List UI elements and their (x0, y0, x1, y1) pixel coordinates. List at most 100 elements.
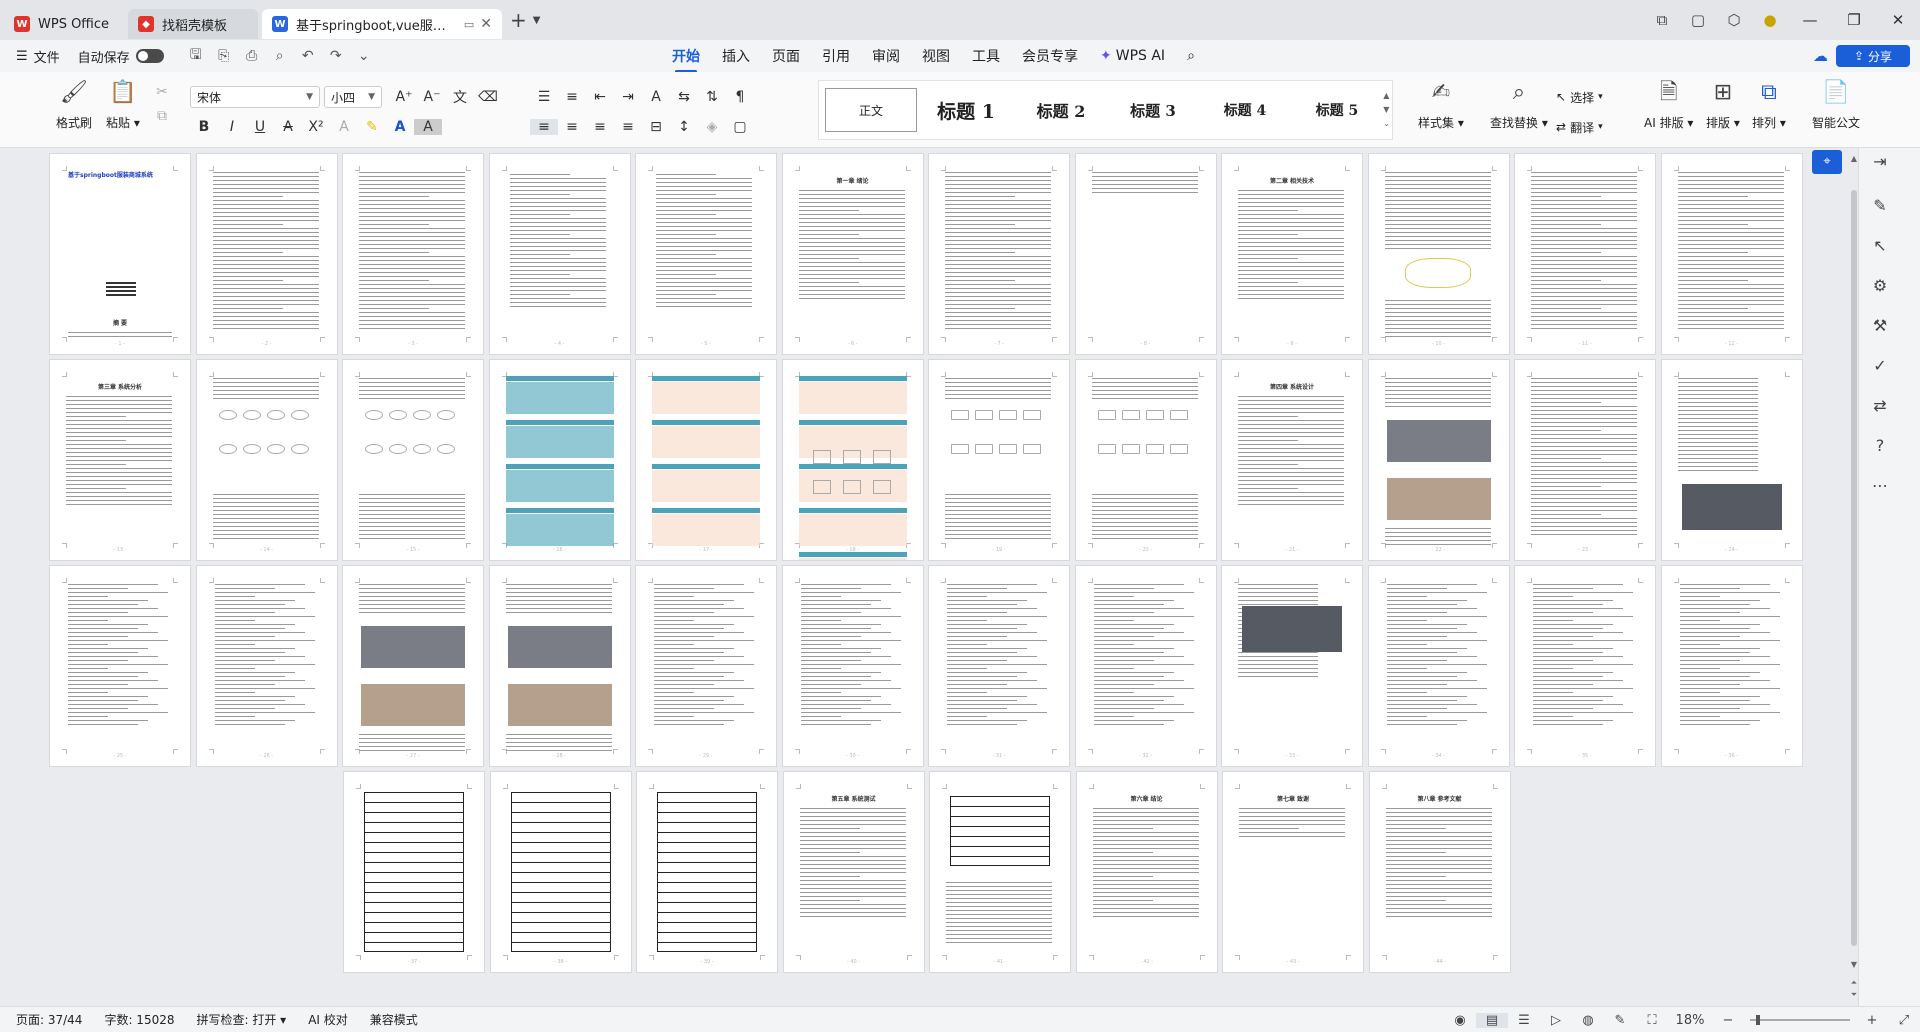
pen-mode-icon[interactable]: ✎ (1604, 1013, 1636, 1028)
text-direction-icon[interactable]: ⇆ (670, 89, 698, 105)
find-replace-button[interactable]: ⌕ 查找替换 ▾ (1490, 78, 1548, 131)
page-thumbnail[interactable]: 基于springboot服装商城系统摘 要 - 1 - (50, 154, 190, 354)
page-thumbnail[interactable]: - 20 - (1075, 360, 1216, 560)
style-heading-3[interactable]: 标题 3 (1107, 88, 1199, 132)
style-set-button[interactable]: ✍ 样式集 ▾ (1418, 78, 1464, 131)
zoom-value[interactable]: 18% (1668, 1013, 1712, 1028)
show-marks-icon[interactable]: ¶ (726, 89, 754, 105)
tools-icon[interactable]: ⚒ (1866, 316, 1894, 335)
ai-proofread[interactable]: AI 校对 (308, 1011, 348, 1028)
page-thumbnail[interactable]: - 18 - (782, 360, 923, 560)
border-icon[interactable]: ▢ (726, 119, 754, 135)
indent-icon[interactable]: ⇥ (614, 89, 642, 105)
page-thumbnail[interactable]: - 38 - (490, 772, 631, 972)
page-thumbnail[interactable]: - 25 - (50, 566, 190, 766)
web-view-icon[interactable]: ◍ (1572, 1013, 1604, 1028)
page-thumbnail[interactable]: - 10 - (1368, 154, 1509, 354)
ai-layout-button[interactable]: 🗎 AI 排版 ▾ (1644, 78, 1693, 131)
autosave-toggle[interactable]: 自动保存 (78, 47, 164, 66)
new-tab-icon[interactable]: + (510, 8, 527, 32)
more-icon[interactable]: ⋯ (1866, 476, 1894, 495)
superscript-icon[interactable]: X² (302, 119, 330, 135)
style-heading-1[interactable]: 标题 1 (917, 88, 1015, 132)
adjust-icon[interactable]: ⚙ (1866, 276, 1894, 295)
scrollbar-thumb[interactable] (1851, 190, 1857, 946)
page-thumbnail[interactable]: - 12 - (1661, 154, 1802, 354)
shrink-font-icon[interactable]: A⁻ (418, 89, 446, 105)
collapse-panel-icon[interactable]: ⇥ (1866, 152, 1894, 171)
page-thumbnail[interactable]: 第三章 系统分析 - 13 - (50, 360, 190, 560)
page-thumbnail[interactable]: - 3 - (343, 154, 483, 354)
save-icon[interactable]: 🖫 (182, 44, 210, 68)
page-thumbnail[interactable]: - 37 - (344, 772, 484, 972)
page-thumbnail[interactable]: 第六章 结论 - 42 - (1076, 772, 1217, 972)
text-effect-icon[interactable]: A (330, 119, 358, 135)
justify-icon[interactable]: ≡ (614, 119, 642, 135)
font-color-icon[interactable]: A (386, 119, 414, 135)
translate-button[interactable]: ⇄ 翻译 ▾ (1556, 116, 1603, 138)
outdent-icon[interactable]: ⇤ (586, 89, 614, 105)
play-icon[interactable]: ▷ (1540, 1013, 1572, 1028)
page-thumbnail[interactable]: - 14 - (196, 360, 337, 560)
bullet-list-icon[interactable]: ☰ (530, 89, 558, 105)
pen-icon[interactable]: ✎ (1866, 196, 1894, 215)
page-thumbnail[interactable]: - 32 - (1075, 566, 1216, 766)
style-normal[interactable]: 正文 (825, 88, 917, 132)
screenshot-icon[interactable]: ⧉ (1644, 11, 1680, 29)
toggle-switch[interactable] (135, 49, 164, 63)
help-icon[interactable]: ? (1866, 436, 1894, 455)
page-thumbnail[interactable]: - 8 - (1075, 154, 1216, 354)
document-canvas[interactable]: 基于springboot服装商城系统摘 要 - 1 - - 2 - - 3 - - 4 … (0, 148, 1898, 1006)
search-icon[interactable]: ⌕ (1187, 48, 1195, 64)
file-menu[interactable]: ☰ 文件 (16, 47, 60, 66)
page-thumbnail[interactable]: - 24 - (1661, 360, 1802, 560)
char-shading-icon[interactable]: A (414, 119, 442, 135)
share-button[interactable]: ⇪ 分享 (1836, 45, 1910, 67)
page-thumbnail[interactable]: - 23 - (1515, 360, 1655, 560)
page-thumbnail[interactable]: - 7 - (929, 154, 1069, 354)
page-thumbnail[interactable]: - 31 - (929, 566, 1069, 766)
underline-icon[interactable]: U (246, 119, 274, 135)
cut-icon[interactable]: ✂ (148, 84, 176, 100)
zoom-slider[interactable] (1750, 1015, 1850, 1025)
select-object-icon[interactable]: ↖ (1866, 236, 1894, 255)
clear-format-icon[interactable]: ⌫ (474, 89, 502, 105)
font-family-select[interactable]: 宋体 ▼ (190, 86, 320, 108)
chevron-down-icon[interactable]: ▼ (533, 15, 541, 26)
print-preview-icon[interactable]: ⌕ (266, 48, 294, 64)
undo-icon[interactable]: ↶ (294, 48, 322, 64)
tab-references[interactable]: 引用 (822, 46, 850, 66)
cloud-upload-icon[interactable]: ☁ (1813, 47, 1828, 65)
page-thumbnail[interactable]: - 26 - (196, 566, 337, 766)
close-tab-icon[interactable]: ✕ (480, 16, 492, 32)
page-thumbnail[interactable]: 第八章 参考文献 - 44 - (1369, 772, 1510, 972)
format-painter-button[interactable]: 🖌 格式刷 (56, 78, 92, 131)
page-thumbnail[interactable]: - 4 - (489, 154, 630, 354)
page-thumbnail[interactable]: - 35 - (1515, 566, 1655, 766)
page-thumbnail[interactable]: - 11 - (1515, 154, 1655, 354)
layout-button[interactable]: ⊞ 排版 ▾ (1706, 78, 1740, 131)
tab-view[interactable]: 视图 (922, 46, 950, 66)
sort-icon[interactable]: ⇅ (698, 89, 726, 105)
tab-template[interactable]: ◆ 找稻壳模板 (128, 9, 258, 39)
fullscreen-icon[interactable]: ⤢ (1888, 1013, 1920, 1028)
page-thumbnail[interactable]: - 5 - (636, 154, 776, 354)
page-thumbnail[interactable]: - 39 - (637, 772, 777, 972)
align-left-icon[interactable]: ≡ (530, 119, 558, 135)
font-size-select[interactable]: 小四 ▼ (324, 86, 382, 108)
tab-wps-office[interactable]: W WPS Office (4, 9, 124, 39)
tab-insert[interactable]: 插入 (722, 46, 750, 66)
page-thumbnail[interactable]: 第二章 相关技术 - 9 - (1222, 154, 1362, 354)
line-spacing-icon[interactable]: ↕ (670, 119, 698, 135)
page-thumbnail[interactable]: - 19 - (929, 360, 1069, 560)
page-thumbnail[interactable]: 第五章 系统测试 - 40 - (783, 772, 924, 972)
spell-check[interactable]: 拼写检查: 打开 ▾ (197, 1011, 287, 1028)
phonetic-icon[interactable]: 文 (446, 87, 474, 107)
chinese-layout-icon[interactable]: A (642, 89, 670, 105)
page-thumbnail[interactable]: - 41 - (930, 772, 1070, 972)
arrange-button[interactable]: ⧉ 排列 ▾ (1752, 78, 1786, 131)
bold-icon[interactable]: B (190, 119, 218, 135)
strikethrough-icon[interactable]: A (274, 119, 302, 135)
page-thumbnail[interactable]: - 22 - (1368, 360, 1509, 560)
style-scroll-icon[interactable]: ▲ ▼ ⌄ (1383, 89, 1390, 131)
